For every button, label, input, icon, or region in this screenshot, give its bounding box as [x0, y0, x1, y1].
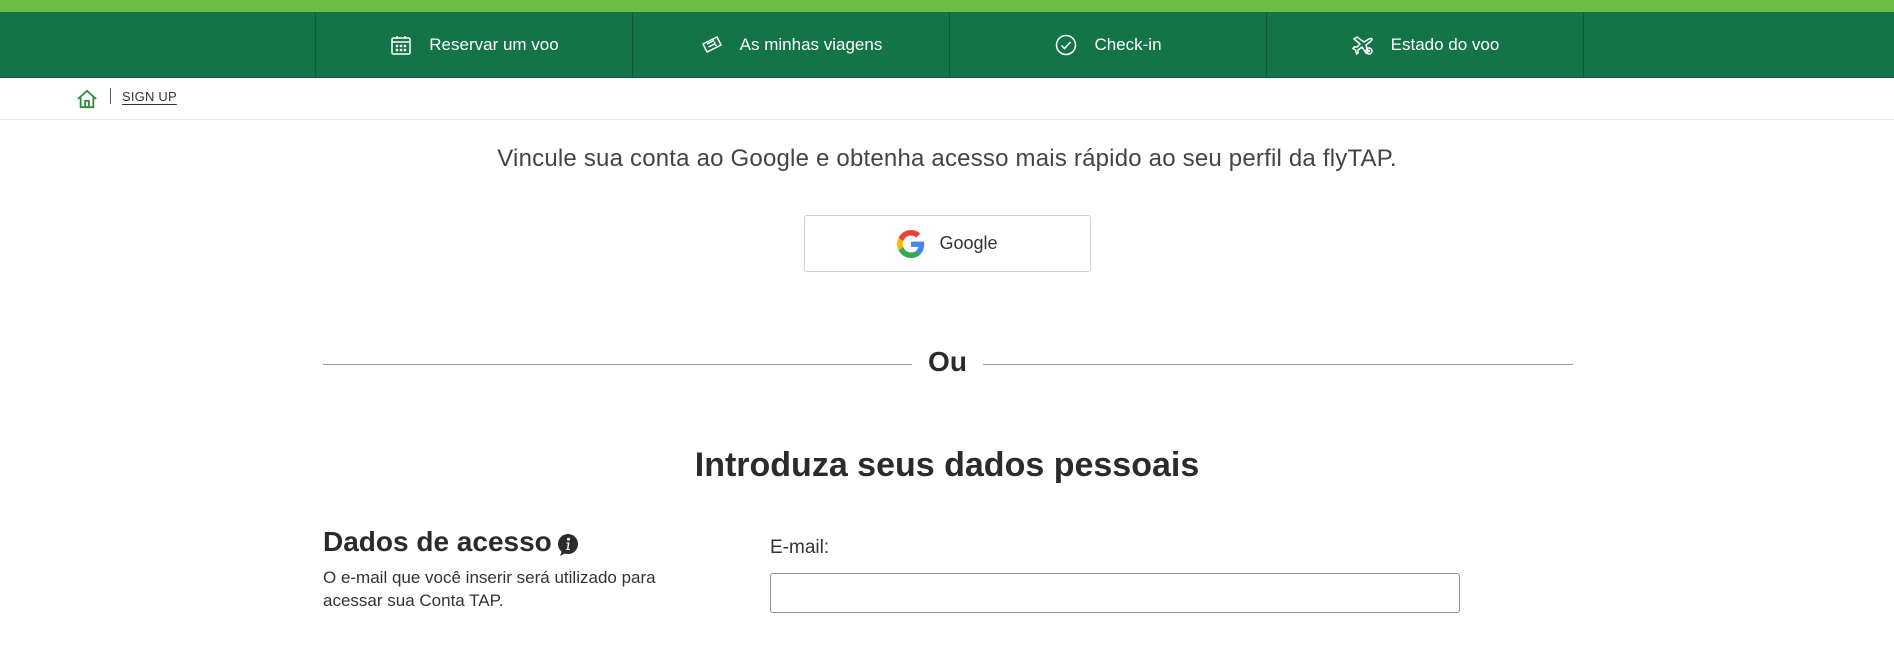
nav-item-my-trips[interactable]: As minhas viagens — [633, 12, 950, 78]
nav-items: Reservar um voo As minhas viagens Check-… — [315, 12, 1584, 78]
breadcrumb-current-link[interactable]: SIGN UP — [122, 89, 177, 104]
breadcrumb-separator — [110, 88, 111, 104]
email-field[interactable] — [770, 573, 1460, 613]
nav-item-book-flight[interactable]: Reservar um voo — [316, 12, 633, 78]
google-link-intro: Vincule sua conta ao Google e obtenha ac… — [497, 145, 1397, 172]
nav-item-flight-status[interactable]: Estado do voo — [1267, 12, 1584, 78]
main-navigation: Reservar um voo As minhas viagens Check-… — [0, 12, 1894, 78]
top-accent-stripe — [0, 0, 1894, 12]
access-heading-text: Dados de acesso — [323, 526, 552, 557]
nav-item-label: Estado do voo — [1390, 35, 1500, 54]
breadcrumb: SIGN UP — [0, 78, 1894, 120]
ticket-icon — [701, 35, 722, 54]
flight-status-icon — [1351, 36, 1373, 56]
info-icon[interactable] — [556, 533, 580, 557]
nav-item-label: Check-in — [1094, 35, 1162, 54]
calendar-icon — [391, 36, 412, 55]
home-icon[interactable] — [76, 89, 98, 109]
email-field-label: E-mail: — [770, 537, 830, 558]
divider-line-left — [323, 364, 912, 365]
google-logo-icon — [897, 229, 925, 258]
access-data-heading: Dados de acesso — [323, 526, 580, 558]
google-signin-button[interactable]: Google — [804, 215, 1091, 272]
nav-item-label: Reservar um voo — [429, 35, 559, 54]
divider-label: Ou — [928, 346, 967, 377]
google-button-label: Google — [939, 233, 998, 253]
form-title: Introduza seus dados pessoais — [694, 446, 1200, 484]
divider-line-right — [983, 364, 1573, 365]
nav-item-label: As minhas viagens — [739, 35, 883, 54]
nav-item-check-in[interactable]: Check-in — [950, 12, 1267, 78]
access-data-description: O e-mail que você inserir será utilizado… — [323, 568, 656, 610]
check-circle-icon — [1056, 34, 1077, 56]
